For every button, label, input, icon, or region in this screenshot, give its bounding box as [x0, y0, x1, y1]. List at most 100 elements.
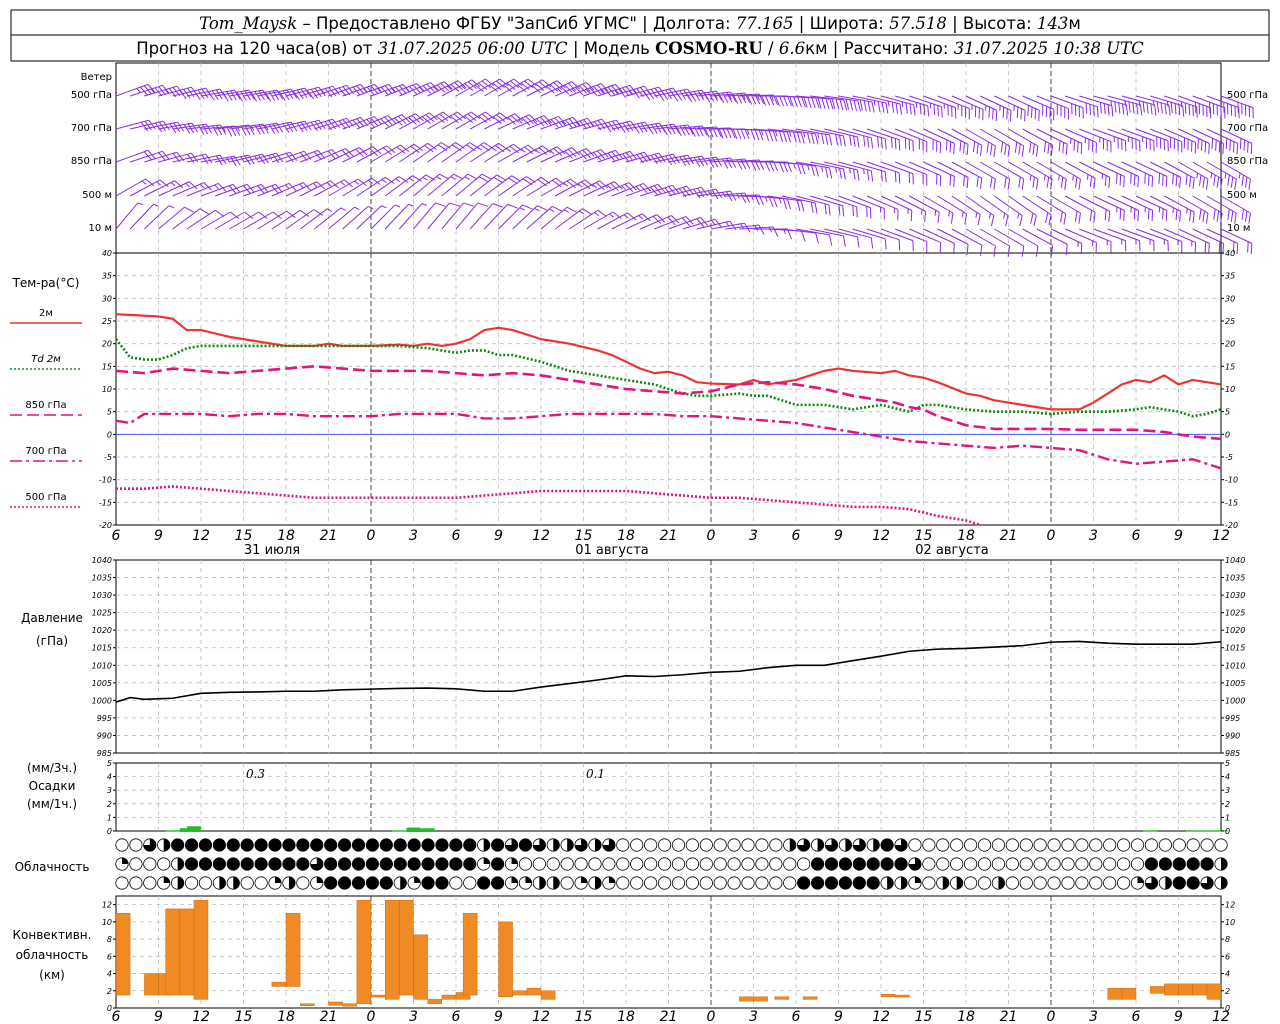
precip-bar — [1143, 830, 1158, 832]
barb-flag — [467, 173, 478, 180]
barb-shaft — [498, 144, 529, 163]
barb-shaft — [427, 202, 450, 230]
barb-flag — [1168, 104, 1171, 116]
cloud-fill — [1165, 876, 1172, 890]
barb-half — [1124, 100, 1127, 107]
cloud-symbol — [1117, 857, 1131, 871]
barb-flag — [867, 101, 871, 112]
convective-bar — [880, 993, 896, 998]
cloud-symbol — [282, 838, 296, 852]
convective-bar — [144, 973, 159, 996]
barb-flag — [857, 100, 861, 112]
cloud-fill — [163, 838, 170, 852]
barb-flag — [898, 239, 901, 251]
model-res: 6.6 — [779, 39, 805, 58]
cloud-symbol — [866, 857, 880, 871]
precip-bar — [165, 830, 180, 832]
cloud-fill — [463, 838, 476, 852]
cloud-outline — [1061, 838, 1075, 852]
wind-barb — [937, 228, 969, 256]
ytick-left-pres: 1010 — [92, 661, 112, 670]
barb-half — [185, 182, 190, 188]
barb-flag — [1093, 178, 1096, 189]
precip-unit-top: (мм/3ч.) — [27, 761, 77, 775]
wind-barb — [1135, 195, 1168, 222]
legend-label-4: 500 гПа — [25, 492, 66, 503]
barb-flag — [768, 130, 774, 142]
cloud-outline — [713, 838, 727, 852]
cloud-symbol — [616, 857, 630, 871]
cloud-symbol — [212, 876, 226, 890]
barb-shaft — [1093, 95, 1127, 106]
wind-barb — [1022, 228, 1054, 256]
precip-title: Осадки — [29, 779, 76, 793]
barb-flag — [768, 196, 774, 208]
sep-1: | — [642, 14, 653, 33]
cloud-outline — [630, 876, 644, 890]
wind-barb — [384, 203, 414, 230]
barb-half — [988, 213, 992, 219]
cloud-fill — [199, 857, 212, 871]
cloud-symbol — [950, 857, 964, 871]
barb-half — [214, 184, 219, 190]
barb-shaft — [540, 81, 573, 97]
barb-flag — [1229, 139, 1231, 151]
ytick-left-conv: 2 — [107, 987, 112, 996]
barb-shaft — [384, 203, 409, 230]
barb-shaft — [1149, 195, 1181, 212]
barb-flag — [880, 137, 883, 149]
hour-label-bottom: 9 — [834, 1009, 843, 1024]
wind-barb — [951, 228, 983, 256]
cloud-outline — [769, 838, 783, 852]
barb-flag — [1058, 140, 1061, 152]
barb-half — [711, 220, 716, 225]
barb-flag — [1182, 105, 1185, 117]
cloud-symbol — [310, 857, 324, 871]
cloud-symbol — [963, 876, 978, 890]
barb-half — [1138, 100, 1141, 107]
barb-shaft — [979, 128, 1010, 147]
barb-flag — [950, 212, 954, 224]
convective-line-1: Конвективн. — [13, 928, 92, 942]
barb-flag — [810, 201, 814, 213]
cloud-symbol — [1047, 838, 1061, 852]
cloud-fill — [511, 857, 518, 864]
barb-flag — [1125, 104, 1129, 116]
cloud-symbol — [1144, 876, 1159, 890]
cloud-symbol — [324, 876, 338, 890]
ytick-left-conv: 10 — [102, 918, 112, 927]
barb-shaft — [597, 212, 628, 230]
barb-flag — [1204, 141, 1207, 153]
cloud-outline — [755, 857, 769, 871]
barb-flag — [1236, 143, 1239, 155]
barb-flag — [1077, 141, 1079, 153]
barb-flag — [1123, 210, 1125, 222]
wind-barb — [1121, 195, 1154, 222]
barb-flag — [1144, 172, 1146, 184]
cloud-outline — [1117, 857, 1131, 871]
barb-flag — [772, 226, 779, 237]
cloud-outline — [1200, 838, 1214, 852]
cloud-fill — [449, 857, 463, 871]
cloud-outline — [797, 857, 811, 871]
precip-unit-bottom: (мм/1ч.) — [27, 797, 77, 811]
cloud-symbol — [240, 838, 254, 852]
cloud-outline — [1186, 838, 1200, 852]
barb-shaft — [1135, 195, 1168, 211]
cloud-symbol — [1019, 838, 1033, 852]
ytick-left-pres: 1025 — [92, 609, 112, 618]
cloud-symbol — [491, 857, 505, 871]
cloud-symbol — [463, 876, 477, 890]
barb-flag — [797, 163, 802, 175]
barb-shaft — [200, 211, 231, 230]
barb-half — [1110, 100, 1113, 107]
cloud-fill — [811, 876, 824, 890]
cloud-fill — [241, 838, 254, 852]
barb-flag — [963, 175, 965, 187]
wind-barb — [1008, 195, 1037, 227]
cloud-symbol — [449, 876, 463, 890]
cloud-symbol — [337, 876, 352, 890]
hour-label-top: 15 — [235, 528, 253, 544]
barb-flag — [1062, 142, 1065, 154]
barb-half — [934, 210, 937, 216]
